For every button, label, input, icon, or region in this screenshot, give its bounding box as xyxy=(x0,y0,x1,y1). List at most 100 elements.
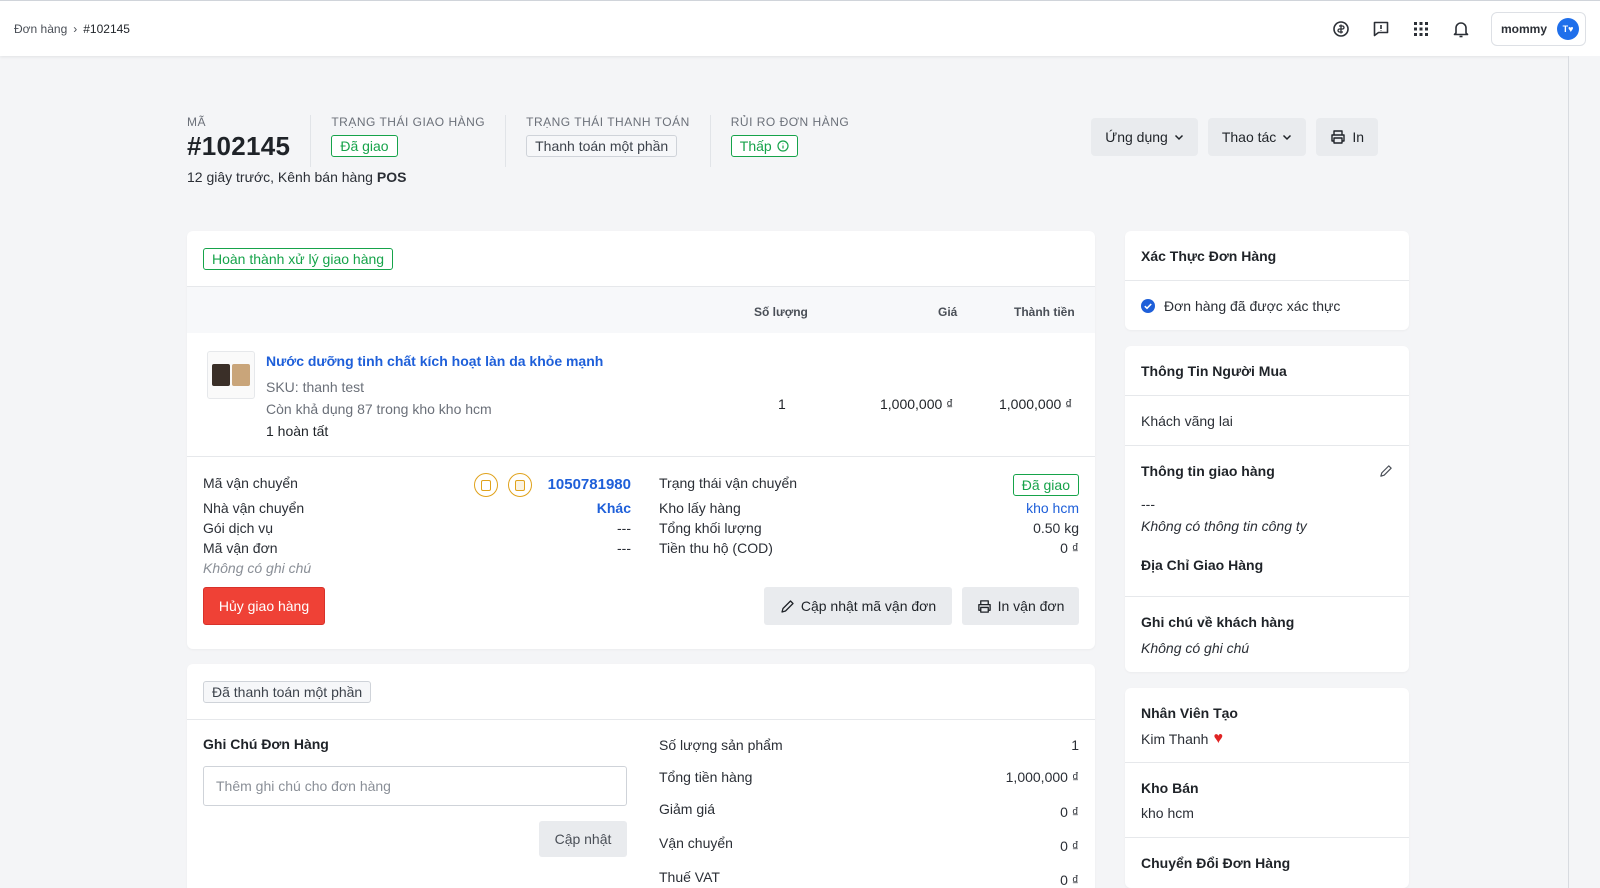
summary-label: Số lượng sản phẩm xyxy=(659,737,783,753)
weight-value: 0.50 kg xyxy=(1033,520,1079,536)
copy-icon[interactable] xyxy=(474,473,498,497)
ship-status-label: Trạng thái vận chuyển xyxy=(659,475,798,491)
staff-section: Nhân Viên Tạo Kim Thanh ♥ xyxy=(1125,688,1409,763)
print-button[interactable]: In xyxy=(1316,118,1378,156)
bell-icon[interactable] xyxy=(1451,19,1471,39)
feedback-icon[interactable] xyxy=(1371,19,1391,39)
item-qty: 1 xyxy=(778,396,786,412)
staff-title: Nhân Viên Tạo xyxy=(1141,705,1238,721)
col-qty: Số lượng xyxy=(754,305,808,319)
verify-text: Đơn hàng đã được xác thực xyxy=(1164,297,1341,314)
waybill-value: --- xyxy=(617,540,631,556)
user-menu-button[interactable]: mommy T ♥ xyxy=(1490,11,1586,46)
printer-icon xyxy=(1331,130,1346,144)
edit-pencil-icon[interactable] xyxy=(1379,464,1393,478)
service-label: Gói dịch vụ xyxy=(203,520,274,536)
product-thumbnail[interactable] xyxy=(207,351,255,399)
ship-status-badge: Đã giao xyxy=(1012,474,1079,496)
delivery-status-badge: Đã giao xyxy=(331,135,398,157)
shipping-info-title: Thông tin giao hàng xyxy=(1141,463,1275,479)
carrier-label: Nhà vận chuyển xyxy=(203,500,305,516)
summary-value: 1 xyxy=(1071,737,1079,753)
operations-dropdown-button[interactable]: Thao tác xyxy=(1207,118,1307,156)
order-subline: 12 giây trước, Kênh bán hàng POS xyxy=(187,169,406,185)
payment-status-badge: Đã thanh toán một phần xyxy=(203,680,372,703)
col-price: Giá xyxy=(938,305,958,319)
product-name-link[interactable]: Nước dưỡng tinh chất kích hoạt làn da kh… xyxy=(266,353,603,369)
chevron-down-icon xyxy=(1283,134,1292,141)
sales-warehouse-link[interactable]: kho hcm xyxy=(1141,805,1194,821)
breadcrumb-current: #102145 xyxy=(83,21,130,36)
heart-icon: ♥ xyxy=(1213,730,1223,747)
summary-label: Vận chuyển xyxy=(659,835,733,851)
tracking-label: Mã vận chuyển xyxy=(203,475,298,491)
apps-grid-icon[interactable] xyxy=(1411,19,1431,39)
breadcrumb-orders-link[interactable]: Đơn hàng xyxy=(14,22,67,36)
item-price: 1,000,000 ₫ xyxy=(880,396,954,412)
print-waybill-label: In vận đơn xyxy=(997,598,1065,614)
delivery-status-block: TRẠNG THÁI GIAO HÀNG Đã giao xyxy=(331,115,507,167)
convert-title: Chuyển Đổi Đơn Hàng xyxy=(1141,855,1291,871)
risk-badge[interactable]: Thấp xyxy=(730,135,798,157)
print-waybill-button[interactable]: In vận đơn xyxy=(962,587,1079,625)
cod-label: Tiền thu hộ (COD) xyxy=(659,540,773,556)
summary-label: Giảm giá xyxy=(659,801,716,817)
summary-value: 1,000,000 ₫ xyxy=(1005,769,1079,785)
payment-card: Đã thanh toán một phần Ghi Chú Đơn Hàng … xyxy=(187,664,1095,888)
order-header: MÃ #102145 TRẠNG THÁI GIAO HÀNG Đã giao … xyxy=(187,115,889,167)
check-circle-icon xyxy=(1141,298,1155,313)
payment-card-header: Đã thanh toán một phần xyxy=(187,664,1095,720)
apps-dropdown-button[interactable]: Ứng dụng xyxy=(1091,118,1198,156)
shipment-note: Không có ghi chú xyxy=(203,560,312,576)
buyer-name: Khách vãng lai xyxy=(1141,412,1233,429)
package-icon[interactable] xyxy=(508,473,532,497)
item-total: 1,000,000 ₫ xyxy=(999,396,1073,412)
header-actions: Ứng dụng Thao tác In xyxy=(1091,118,1378,156)
weight-label: Tổng khối lượng xyxy=(659,520,762,536)
pencil-icon xyxy=(781,599,794,613)
printer-icon xyxy=(977,599,991,613)
sales-channel: POS xyxy=(376,169,407,185)
delivery-status-label: TRẠNG THÁI GIAO HÀNG xyxy=(331,115,486,129)
print-label: In xyxy=(1352,129,1364,145)
customer-note-section: Ghi chú về khách hàng Không có ghi chú xyxy=(1125,597,1409,672)
col-total: Thành tiền xyxy=(1014,305,1075,319)
buyer-body: Khách vãng lai xyxy=(1125,396,1409,446)
operations-label: Thao tác xyxy=(1221,129,1277,145)
page-scrollbar[interactable] xyxy=(1568,56,1600,888)
fulfillment-card-header: Hoàn thành xử lý giao hàng xyxy=(187,231,1095,287)
customer-note-title: Ghi chú về khách hàng xyxy=(1141,614,1295,630)
update-waybill-button[interactable]: Cập nhật mã vận đơn xyxy=(764,587,952,625)
warehouse-title: Kho Bán xyxy=(1141,780,1199,796)
staff-link[interactable]: Kim Thanh ♥ xyxy=(1141,730,1223,748)
avatar: T ♥ xyxy=(1557,17,1579,40)
buyer-header: Thông Tin Người Mua xyxy=(1125,346,1409,396)
summary-label: Tổng tiền hàng xyxy=(659,769,753,785)
order-time-channel: 12 giây trước, Kênh bán hàng xyxy=(187,169,373,185)
fulfillment-status-badge: Hoàn thành xử lý giao hàng xyxy=(203,247,394,270)
payment-status-label: TRẠNG THÁI THANH TOÁN xyxy=(526,115,690,129)
order-note-input[interactable] xyxy=(203,766,627,806)
update-waybill-label: Cập nhật mã vận đơn xyxy=(800,598,937,614)
carrier-value[interactable]: Khác xyxy=(597,500,631,516)
warehouse-link[interactable]: kho hcm xyxy=(1026,500,1079,516)
service-value: --- xyxy=(617,520,631,536)
verify-header: Xác Thực Đơn Hàng xyxy=(1125,231,1409,281)
currency-exchange-icon[interactable] xyxy=(1331,19,1351,39)
payment-status-block: TRẠNG THÁI THANH TOÁN Thanh toán một phầ… xyxy=(526,115,711,167)
chevron-down-icon xyxy=(1174,134,1183,141)
sales-warehouse-section: Kho Bán kho hcm xyxy=(1125,763,1409,838)
update-note-button[interactable]: Cập nhật xyxy=(539,821,627,857)
cancel-shipment-button[interactable]: Hủy giao hàng xyxy=(203,587,325,625)
product-stock: Còn khả dụng 87 trong kho kho hcm xyxy=(266,401,492,417)
order-code-block: MÃ #102145 xyxy=(187,115,312,167)
breadcrumb: Đơn hàng › #102145 xyxy=(14,22,130,36)
cod-value: 0 ₫ xyxy=(1060,540,1079,556)
summary-value: 0 ₫ xyxy=(1060,838,1079,854)
verify-body: Đơn hàng đã được xác thực xyxy=(1125,281,1409,330)
tracking-code-link[interactable]: 1050781980 xyxy=(548,476,631,493)
warehouse-label: Kho lấy hàng xyxy=(659,500,741,516)
customer-note: Không có ghi chú xyxy=(1141,640,1250,656)
shipping-info-section: Thông tin giao hàng --- Không có thông t… xyxy=(1125,446,1409,597)
buyer-card: Thông Tin Người Mua Khách vãng lai Thông… xyxy=(1125,346,1409,672)
